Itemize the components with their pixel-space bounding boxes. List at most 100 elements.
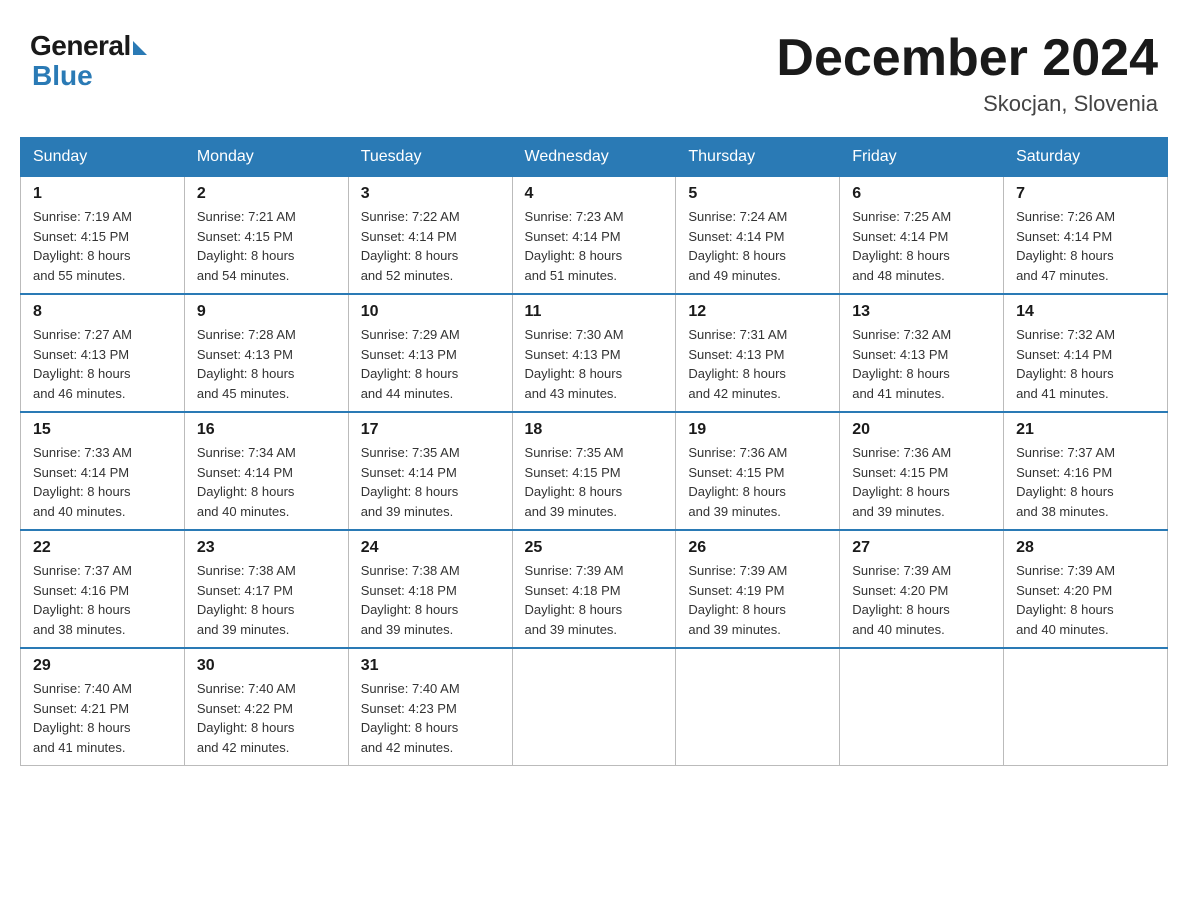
weekday-header-tuesday: Tuesday [348, 138, 512, 177]
location-subtitle: Skocjan, Slovenia [776, 91, 1158, 117]
day-number: 9 [197, 303, 336, 321]
calendar-cell [1004, 648, 1168, 766]
day-number: 3 [361, 185, 500, 203]
calendar-cell: 15Sunrise: 7:33 AMSunset: 4:14 PMDayligh… [21, 412, 185, 530]
week-row-4: 22 Sunrise: 7:37 AMSunset: 4:16 PMDayligh… [21, 530, 1168, 648]
day-number: 7 [1016, 185, 1155, 203]
day-number: 2 [197, 185, 336, 203]
day-number: 10 [361, 303, 500, 321]
weekday-header-monday: Monday [184, 138, 348, 177]
day-number: 15 [33, 421, 172, 439]
day-number: 11 [525, 303, 664, 321]
day-number: 22 [33, 539, 172, 557]
weekday-header-wednesday: Wednesday [512, 138, 676, 177]
day-number: 29 [33, 657, 172, 675]
day-info: Sunrise: 7:25 AMSunset: 4:14 PMDaylight:… [852, 207, 991, 285]
week-row-1: 1 Sunrise: 7:19 AMSunset: 4:15 PMDaylight… [21, 177, 1168, 295]
day-info: Sunrise: 7:36 AMSunset: 4:15 PMDaylight:… [688, 443, 827, 521]
day-info: Sunrise: 7:19 AMSunset: 4:15 PMDaylight:… [33, 207, 172, 285]
day-number: 21 [1016, 421, 1155, 439]
calendar-cell: 23 Sunrise: 7:38 AMSunset: 4:17 PMDayligh… [184, 530, 348, 648]
day-info: Sunrise: 7:21 AMSunset: 4:15 PMDaylight:… [197, 207, 336, 285]
calendar-cell: 11 Sunrise: 7:30 AMSunset: 4:13 PMDayligh… [512, 294, 676, 412]
day-number: 24 [361, 539, 500, 557]
day-info: Sunrise: 7:26 AMSunset: 4:14 PMDaylight:… [1016, 207, 1155, 285]
calendar-cell: 6 Sunrise: 7:25 AMSunset: 4:14 PMDaylight… [840, 177, 1004, 295]
day-info: Sunrise: 7:40 AMSunset: 4:21 PMDaylight:… [33, 679, 172, 757]
day-number: 26 [688, 539, 827, 557]
day-number: 12 [688, 303, 827, 321]
day-number: 8 [33, 303, 172, 321]
day-info: Sunrise: 7:23 AMSunset: 4:14 PMDaylight:… [525, 207, 664, 285]
calendar-cell: 10Sunrise: 7:29 AMSunset: 4:13 PMDayligh… [348, 294, 512, 412]
logo-general-text: General [30, 30, 131, 62]
calendar-cell: 4 Sunrise: 7:23 AMSunset: 4:14 PMDaylight… [512, 177, 676, 295]
calendar-cell: 29 Sunrise: 7:40 AMSunset: 4:21 PMDayligh… [21, 648, 185, 766]
calendar-cell: 5 Sunrise: 7:24 AMSunset: 4:14 PMDaylight… [676, 177, 840, 295]
weekday-header-thursday: Thursday [676, 138, 840, 177]
logo-blue-text: Blue [30, 60, 93, 92]
day-number: 5 [688, 185, 827, 203]
calendar-cell: 31Sunrise: 7:40 AMSunset: 4:23 PMDayligh… [348, 648, 512, 766]
calendar-cell: 20 Sunrise: 7:36 AMSunset: 4:15 PMDayligh… [840, 412, 1004, 530]
day-info: Sunrise: 7:22 AMSunset: 4:14 PMDaylight:… [361, 207, 500, 285]
day-info: Sunrise: 7:34 AMSunset: 4:14 PMDaylight:… [197, 443, 336, 521]
calendar-cell: 13 Sunrise: 7:32 AMSunset: 4:13 PMDayligh… [840, 294, 1004, 412]
month-title: December 2024 [776, 30, 1158, 87]
weekday-header-saturday: Saturday [1004, 138, 1168, 177]
calendar-cell: 14Sunrise: 7:32 AMSunset: 4:14 PMDayligh… [1004, 294, 1168, 412]
title-block: December 2024 Skocjan, Slovenia [776, 30, 1158, 117]
day-number: 28 [1016, 539, 1155, 557]
calendar-cell: 28 Sunrise: 7:39 AMSunset: 4:20 PMDayligh… [1004, 530, 1168, 648]
calendar-cell: 16 Sunrise: 7:34 AMSunset: 4:14 PMDayligh… [184, 412, 348, 530]
day-number: 19 [688, 421, 827, 439]
day-number: 4 [525, 185, 664, 203]
calendar-cell: 8Sunrise: 7:27 AMSunset: 4:13 PMDaylight… [21, 294, 185, 412]
day-number: 17 [361, 421, 500, 439]
week-row-3: 15Sunrise: 7:33 AMSunset: 4:14 PMDayligh… [21, 412, 1168, 530]
calendar-cell: 12 Sunrise: 7:31 AMSunset: 4:13 PMDayligh… [676, 294, 840, 412]
day-info: Sunrise: 7:36 AMSunset: 4:15 PMDaylight:… [852, 443, 991, 521]
day-info: Sunrise: 7:39 AMSunset: 4:20 PMDaylight:… [1016, 561, 1155, 639]
calendar-cell: 3 Sunrise: 7:22 AMSunset: 4:14 PMDaylight… [348, 177, 512, 295]
calendar-cell: 1 Sunrise: 7:19 AMSunset: 4:15 PMDaylight… [21, 177, 185, 295]
day-number: 6 [852, 185, 991, 203]
weekday-header-row: SundayMondayTuesdayWednesdayThursdayFrid… [21, 138, 1168, 177]
calendar-cell: 25 Sunrise: 7:39 AMSunset: 4:18 PMDayligh… [512, 530, 676, 648]
calendar-cell: 24Sunrise: 7:38 AMSunset: 4:18 PMDayligh… [348, 530, 512, 648]
calendar-cell: 7 Sunrise: 7:26 AMSunset: 4:14 PMDaylight… [1004, 177, 1168, 295]
day-info: Sunrise: 7:37 AMSunset: 4:16 PMDaylight:… [33, 561, 172, 639]
calendar-cell [512, 648, 676, 766]
day-info: Sunrise: 7:32 AMSunset: 4:14 PMDaylight:… [1016, 325, 1155, 403]
logo: General Blue [30, 30, 147, 92]
day-info: Sunrise: 7:37 AMSunset: 4:16 PMDaylight:… [1016, 443, 1155, 521]
day-number: 23 [197, 539, 336, 557]
day-info: Sunrise: 7:39 AMSunset: 4:18 PMDaylight:… [525, 561, 664, 639]
day-number: 13 [852, 303, 991, 321]
calendar-cell: 26 Sunrise: 7:39 AMSunset: 4:19 PMDayligh… [676, 530, 840, 648]
day-info: Sunrise: 7:39 AMSunset: 4:19 PMDaylight:… [688, 561, 827, 639]
calendar-cell: 18Sunrise: 7:35 AMSunset: 4:15 PMDayligh… [512, 412, 676, 530]
day-info: Sunrise: 7:39 AMSunset: 4:20 PMDaylight:… [852, 561, 991, 639]
week-row-2: 8Sunrise: 7:27 AMSunset: 4:13 PMDaylight… [21, 294, 1168, 412]
day-info: Sunrise: 7:24 AMSunset: 4:14 PMDaylight:… [688, 207, 827, 285]
calendar-cell: 22 Sunrise: 7:37 AMSunset: 4:16 PMDayligh… [21, 530, 185, 648]
calendar-cell: 30Sunrise: 7:40 AMSunset: 4:22 PMDayligh… [184, 648, 348, 766]
day-number: 16 [197, 421, 336, 439]
day-number: 20 [852, 421, 991, 439]
weekday-header-sunday: Sunday [21, 138, 185, 177]
calendar-cell: 19 Sunrise: 7:36 AMSunset: 4:15 PMDayligh… [676, 412, 840, 530]
day-number: 1 [33, 185, 172, 203]
day-info: Sunrise: 7:32 AMSunset: 4:13 PMDaylight:… [852, 325, 991, 403]
day-number: 25 [525, 539, 664, 557]
calendar-cell: 2 Sunrise: 7:21 AMSunset: 4:15 PMDaylight… [184, 177, 348, 295]
day-info: Sunrise: 7:40 AMSunset: 4:23 PMDaylight:… [361, 679, 500, 757]
calendar-cell [840, 648, 1004, 766]
day-info: Sunrise: 7:30 AMSunset: 4:13 PMDaylight:… [525, 325, 664, 403]
day-info: Sunrise: 7:38 AMSunset: 4:17 PMDaylight:… [197, 561, 336, 639]
calendar-cell: 27Sunrise: 7:39 AMSunset: 4:20 PMDayligh… [840, 530, 1004, 648]
day-info: Sunrise: 7:35 AMSunset: 4:14 PMDaylight:… [361, 443, 500, 521]
day-info: Sunrise: 7:28 AMSunset: 4:13 PMDaylight:… [197, 325, 336, 403]
day-info: Sunrise: 7:31 AMSunset: 4:13 PMDaylight:… [688, 325, 827, 403]
day-number: 30 [197, 657, 336, 675]
